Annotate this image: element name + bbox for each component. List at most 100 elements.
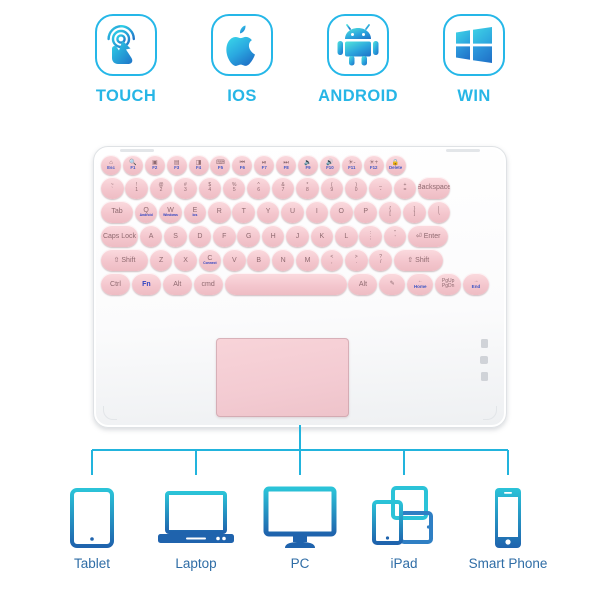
key-cmd[interactable]: cmd	[193, 272, 223, 296]
key-f10[interactable]: 🔊 F10	[319, 155, 340, 175]
key-key-f[interactable]: F	[213, 224, 236, 248]
key-digit-7[interactable]: & 7	[271, 176, 295, 200]
key-f5[interactable]: ⌨ F5	[210, 155, 231, 175]
key-key-l[interactable]: L	[335, 224, 358, 248]
key-backslash[interactable]: | \	[427, 200, 451, 224]
key-key-q[interactable]: Q Android	[134, 200, 158, 224]
key-f11[interactable]: ☀- F11	[341, 155, 362, 175]
platform-label-android: ANDROID	[318, 87, 398, 105]
key-caps-lock[interactable]: Caps Lock	[101, 224, 138, 248]
key-key-p[interactable]: P	[354, 200, 377, 224]
key-key-g[interactable]: G	[237, 224, 260, 248]
laptop-art	[156, 482, 236, 554]
key-key-d[interactable]: D	[188, 224, 212, 248]
device-item-laptop: Laptop	[144, 482, 248, 571]
key-key-y[interactable]: Y	[256, 200, 280, 224]
key-key-u[interactable]: U	[281, 200, 304, 224]
key-key-x[interactable]: X	[174, 248, 197, 272]
key-shift-left[interactable]: ⇧ Shift	[101, 248, 148, 272]
key-bracket-l[interactable]: {[	[378, 200, 402, 224]
key-digit-2[interactable]: @2	[149, 176, 173, 200]
key-f12[interactable]: ☀+ F12	[363, 155, 384, 175]
key-key-w[interactable]: W Windows	[159, 200, 182, 224]
device-label-smart-phone: Smart Phone	[468, 556, 548, 571]
key-f2[interactable]: ▣ F2	[144, 155, 165, 175]
key-f9[interactable]: 🔈 F9	[298, 155, 319, 175]
key-digit-8[interactable]: * 8	[296, 176, 319, 200]
key-home[interactable]: ← Home	[407, 272, 434, 296]
keyboard-corner-right	[483, 406, 497, 420]
key-alt-right[interactable]: Alt	[348, 272, 378, 296]
key-fn-legend: F4	[196, 165, 202, 171]
key-key-j[interactable]: J	[286, 224, 309, 248]
key-digit-9[interactable]: (9	[320, 176, 344, 200]
key-digit-3[interactable]: #3	[174, 176, 197, 200]
key-key-a[interactable]: A	[139, 224, 163, 248]
key-digit-5[interactable]: % 5	[222, 176, 246, 200]
platform-item-android: ANDROID	[318, 14, 398, 106]
connector-tree	[91, 425, 509, 475]
key-f6[interactable]: ⏮ F6	[232, 155, 253, 175]
key-bluetooth[interactable]: ✎	[379, 272, 406, 296]
key-f7[interactable]: ⏯ F7	[254, 155, 275, 175]
charge-indicator-icon	[480, 372, 488, 381]
key-f3[interactable]: ▤ F3	[166, 155, 187, 175]
key-digit-0[interactable]: ) 0	[344, 176, 368, 200]
key-f4[interactable]: ◨ F4	[188, 155, 209, 175]
key-key-v[interactable]: V	[223, 248, 246, 272]
key-comma[interactable]: <,	[320, 248, 344, 272]
apple-logo-icon	[226, 25, 255, 66]
key-enter[interactable]: ⏎ Enter	[408, 224, 449, 248]
key-page-keys[interactable]: PgUp PgDn	[435, 272, 462, 296]
key-tab[interactable]: Tab	[101, 200, 133, 224]
key-delete[interactable]: 🔒 Delete	[385, 155, 406, 175]
key-f8[interactable]: ⏭ F8	[276, 155, 297, 175]
key-end[interactable]: → End	[463, 272, 490, 296]
platform-item-ios: IOS	[203, 14, 281, 106]
key-key-k[interactable]: K	[310, 224, 334, 248]
key-lower-legend: ,	[331, 259, 333, 266]
key-fn[interactable]: Fn	[131, 272, 161, 296]
keyboard-trackpad[interactable]	[216, 338, 349, 417]
key-key-t[interactable]: T	[232, 200, 255, 224]
key-space[interactable]	[224, 272, 347, 296]
key-key-r[interactable]: R	[208, 200, 231, 224]
key-f1[interactable]: 🔍 F1	[122, 155, 143, 175]
key-lower-legend: 4	[208, 187, 212, 194]
key-key-m[interactable]: M	[296, 248, 319, 272]
key-key-e[interactable]: E Ios	[183, 200, 207, 224]
key-fn-legend: F11	[348, 165, 356, 171]
key-quote[interactable]: " '	[383, 224, 407, 248]
key-digit-1[interactable]: ! 1	[125, 176, 148, 200]
key-slash[interactable]: ? /	[369, 248, 392, 272]
key-key-z[interactable]: Z	[149, 248, 173, 272]
device-item-smart-phone: Smart Phone	[456, 482, 560, 571]
key-digit-4[interactable]: $4	[198, 176, 222, 200]
key-equals[interactable]: + =	[393, 176, 417, 200]
key-ctrl[interactable]: Ctrl	[101, 272, 130, 296]
key-semicolon[interactable]: :;	[359, 224, 382, 248]
key-lower-legend: 1	[135, 187, 139, 194]
key-backtick[interactable]: ~ `	[101, 176, 124, 200]
key-minus[interactable]: _ -	[369, 176, 392, 200]
key-key-s[interactable]: S	[164, 224, 187, 248]
key-key-o[interactable]: O	[330, 200, 353, 224]
key-digit-6[interactable]: ^ 6	[247, 176, 270, 200]
key-period[interactable]: >.	[345, 248, 368, 272]
key-fn-legend: End	[471, 283, 481, 289]
key-bracket-r[interactable]: }]	[403, 200, 426, 224]
key-backspace[interactable]: Backspace	[418, 176, 451, 200]
key-key-i[interactable]: I	[305, 200, 329, 224]
key-shift-right[interactable]: ⇧ Shift	[393, 248, 443, 272]
key-fn-legend: F7	[261, 165, 267, 171]
key-alt-left[interactable]: Alt	[162, 272, 192, 296]
key-esc[interactable]: ⌂ Esc	[101, 155, 121, 175]
key-legend: D	[197, 232, 203, 240]
android-robot-icon	[337, 24, 379, 66]
key-legend: Z	[159, 256, 164, 264]
key-key-c[interactable]: C Connect	[198, 248, 222, 272]
key-key-h[interactable]: H	[261, 224, 285, 248]
connection-indicator-icon	[480, 356, 488, 364]
key-key-n[interactable]: N	[271, 248, 295, 272]
key-key-b[interactable]: B	[247, 248, 270, 272]
